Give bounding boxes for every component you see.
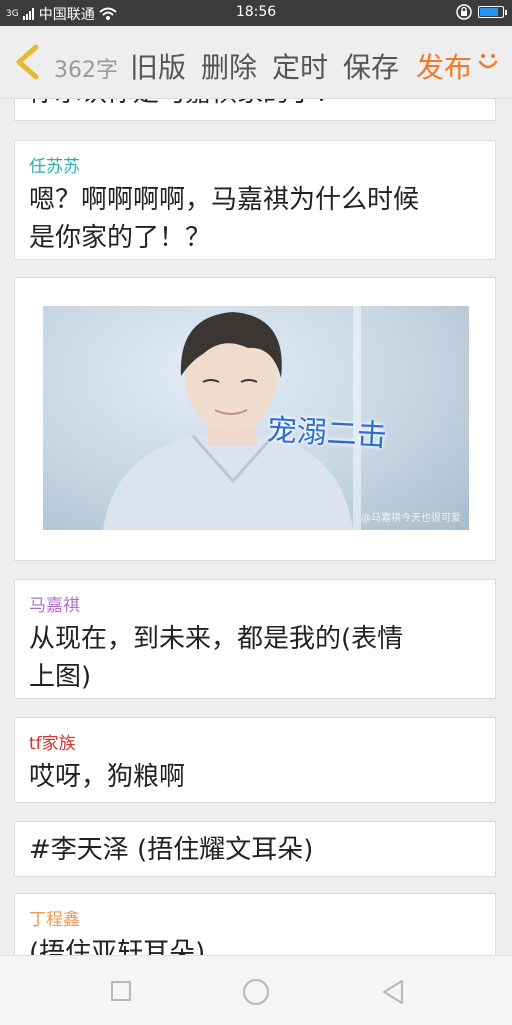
dialogue-card[interactable]: tf家族 哎呀，狗粮啊 <box>14 717 496 803</box>
narration-text: #李天泽 (捂住耀文耳朵) <box>29 835 314 865</box>
speaker-name: 丁程鑫 <box>29 910 80 930</box>
save-button[interactable]: 保存 <box>343 46 399 86</box>
story-image: 宠溺二击 @马嘉祺今天也很可爱 <box>43 306 469 530</box>
delete-button[interactable]: 删除 <box>201 46 257 86</box>
dialogue-text-line2: 上图) <box>29 662 92 692</box>
character-count: 362字 <box>54 58 118 83</box>
dialogue-card[interactable]: 丁程鑫 (捂住亚轩耳朵) <box>14 893 496 955</box>
editor-toolbar: 362字 旧版 删除 定时 保存 发布 <box>0 26 512 99</box>
triangle-left-icon[interactable] <box>380 978 406 1006</box>
status-bar: 3G 中国联通 18:56 <box>0 0 512 26</box>
dialogue-text: 你承认你是马嘉祺家的了！ <box>29 99 481 112</box>
system-nav-bar <box>0 955 512 1025</box>
image-watermark: @马嘉祺今天也很可爱 <box>361 513 461 524</box>
speaker-name: tf家族 <box>29 734 76 754</box>
speaker-name: 马嘉祺 <box>29 596 80 616</box>
portrait-illustration <box>103 306 361 530</box>
dialogue-text-line1: 嗯？啊啊啊啊，马嘉祺为什么时候 <box>29 185 420 215</box>
dialogue-card[interactable]: 马嘉祺 从现在，到未来，都是我的(表情 上图) <box>14 579 496 699</box>
dialogue-text-line1: 哎呀，狗粮啊 <box>29 762 186 792</box>
story-content: 你承认你是马嘉祺家的了！ 任苏苏 嗯？啊啊啊啊，马嘉祺为什么时候 是你家的了！？… <box>0 99 512 955</box>
status-time: 18:56 <box>235 4 277 20</box>
speaker-name: 任苏苏 <box>29 157 80 177</box>
dialogue-text-line1: (捂住亚轩耳朵) <box>29 938 206 955</box>
image-caption: 宠溺二击 <box>265 412 388 455</box>
dialogue-card[interactable]: 任苏苏 嗯？啊啊啊啊，马嘉祺为什么时候 是你家的了！？ <box>14 140 496 260</box>
dialogue-text-line1: 从现在，到未来，都是我的(表情 <box>29 624 404 654</box>
dialogue-card[interactable]: 你承认你是马嘉祺家的了！ <box>14 99 496 121</box>
smile-icon[interactable] <box>477 50 499 72</box>
schedule-button[interactable]: 定时 <box>272 46 328 86</box>
square-icon[interactable] <box>110 980 132 1002</box>
lock-rotation-icon <box>456 4 472 20</box>
circle-icon[interactable] <box>242 978 270 1006</box>
image-card[interactable]: 宠溺二击 @马嘉祺今天也很可爱 <box>14 277 496 561</box>
narration-card[interactable]: #李天泽 (捂住耀文耳朵) <box>14 821 496 877</box>
dialogue-text-line2: 是你家的了！？ <box>29 223 212 253</box>
battery-icon <box>478 6 507 18</box>
publish-button[interactable]: 发布 <box>416 46 472 86</box>
status-right <box>456 4 507 20</box>
chevron-left-icon[interactable] <box>12 44 42 80</box>
old-version-button[interactable]: 旧版 <box>130 46 186 86</box>
